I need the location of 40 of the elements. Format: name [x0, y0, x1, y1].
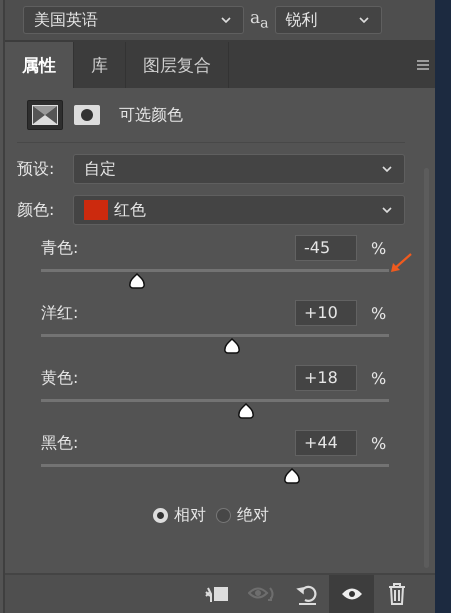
radio-label: 绝对: [237, 505, 269, 526]
panel-tab[interactable]: 图层复合: [126, 42, 229, 88]
radio-option[interactable]: 绝对: [216, 505, 269, 526]
antialias-dropdown[interactable]: 锐利: [274, 6, 382, 34]
value-field[interactable]: +44: [295, 430, 357, 456]
panel-title: 可选颜色: [119, 104, 183, 126]
adjustment-icon[interactable]: [27, 100, 63, 130]
percent-label: %: [371, 368, 383, 388]
preset-label: 预设:: [17, 158, 56, 180]
radio-option[interactable]: 相对: [153, 505, 206, 526]
preset-dropdown[interactable]: 自定: [73, 154, 405, 184]
chevron-down-icon: [221, 17, 231, 23]
slider-label: 青色:: [41, 238, 80, 258]
chevron-down-icon: [382, 166, 392, 172]
antialias-glyph: a$_{a}$: [250, 8, 269, 32]
slider-label: 黑色:: [41, 432, 80, 454]
slider-thumb[interactable]: [128, 273, 146, 289]
slider-thumb[interactable]: [223, 338, 242, 354]
percent-label: %: [371, 238, 383, 258]
radio-label: 相对: [174, 505, 206, 526]
menu-icon[interactable]: [417, 60, 429, 70]
language-dropdown[interactable]: 美国英语: [23, 6, 244, 34]
slider-label: 黄色:: [41, 368, 80, 388]
color-dropdown[interactable]: 红色: [73, 195, 405, 225]
slider-label: 洋红:: [41, 302, 80, 324]
percent-label: %: [371, 304, 383, 322]
eye-icon[interactable]: [329, 575, 374, 613]
value-field[interactable]: +10: [295, 300, 357, 326]
radio-button[interactable]: [216, 508, 231, 523]
panel-tab[interactable]: 属性: [5, 42, 74, 88]
slider-thumb[interactable]: [237, 403, 256, 419]
percent-label: %: [371, 434, 383, 452]
panel-tab[interactable]: 库: [74, 42, 126, 88]
value-field[interactable]: +18: [295, 365, 357, 391]
slider-thumb[interactable]: [282, 468, 301, 484]
chevron-down-icon: [358, 17, 369, 23]
chevron-down-icon: [382, 207, 392, 213]
annotation-arrow: [389, 253, 413, 273]
value-field[interactable]: -45: [295, 235, 357, 261]
color-label: 颜色:: [17, 200, 56, 220]
